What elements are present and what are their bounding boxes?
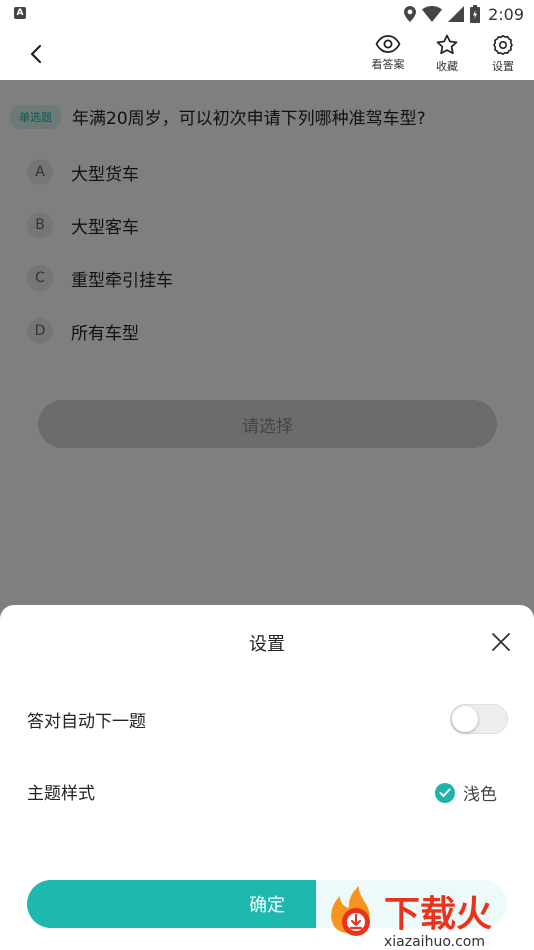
watermark-url: xiazaihuo.com xyxy=(384,934,485,950)
auto-next-toggle[interactable] xyxy=(450,704,508,734)
signal-icon xyxy=(448,6,465,22)
auto-next-label: 答对自动下一题 xyxy=(27,712,146,732)
wifi-icon xyxy=(422,6,443,22)
status-time: 2:09 xyxy=(488,4,524,24)
gear-icon xyxy=(493,35,513,55)
notification-icon: A xyxy=(14,7,26,19)
view-answer-button[interactable]: 看答案 xyxy=(366,34,410,76)
settings-button[interactable]: 设置 xyxy=(481,34,525,76)
app-header: 看答案 收藏 设置 xyxy=(0,28,534,80)
favorite-label: 收藏 xyxy=(436,60,458,73)
settings-label: 设置 xyxy=(492,60,514,73)
eye-icon xyxy=(375,35,401,53)
close-icon[interactable] xyxy=(490,631,512,653)
sheet-title: 设置 xyxy=(249,634,285,655)
battery-icon xyxy=(470,5,481,23)
chevron-left-icon xyxy=(30,44,42,64)
watermark-logo: 下载火 xiazaihuo.com xyxy=(316,878,534,950)
status-bar: A 2:09 xyxy=(0,0,534,28)
check-circle-icon xyxy=(435,782,455,803)
location-icon xyxy=(404,6,417,22)
toggle-knob xyxy=(452,706,478,732)
theme-light-option[interactable]: 浅色 xyxy=(435,780,497,805)
star-icon xyxy=(436,34,458,55)
back-button[interactable] xyxy=(22,40,50,68)
theme-option-label: 浅色 xyxy=(463,785,497,805)
watermark-brand: 下载火 xyxy=(384,894,492,935)
view-answer-label: 看答案 xyxy=(371,58,405,71)
theme-label: 主题样式 xyxy=(27,784,95,804)
status-icons: 2:09 xyxy=(404,3,524,25)
favorite-button[interactable]: 收藏 xyxy=(425,34,469,76)
